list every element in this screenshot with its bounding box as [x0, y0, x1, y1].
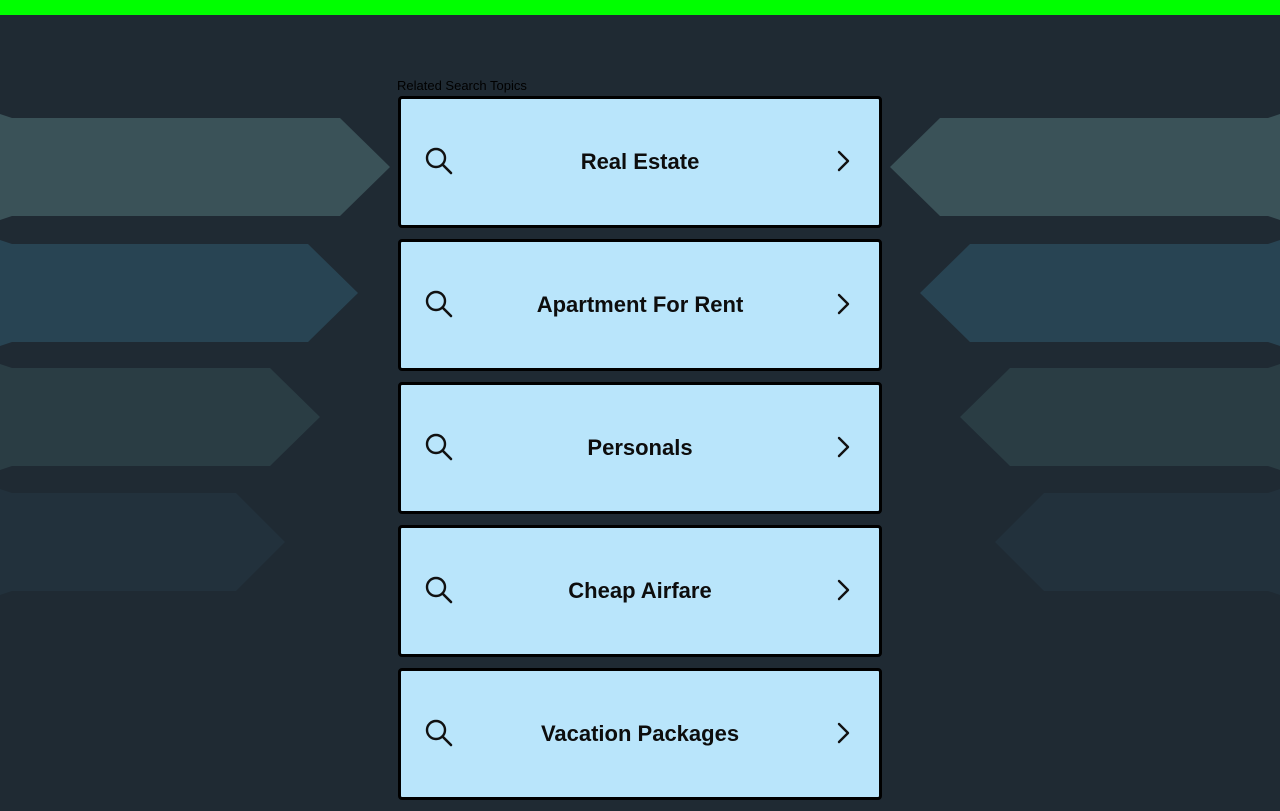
- bg-arrow-right-4: [995, 489, 1280, 595]
- bg-arrow-left-2: [0, 240, 358, 346]
- bg-arrow-left-4: [0, 489, 285, 595]
- topic-label: Apartment For Rent: [536, 292, 744, 317]
- topic-link-vacation-packages[interactable]: Vacation Packages: [398, 668, 882, 800]
- search-icon: [425, 290, 453, 318]
- chevron-right-icon: [837, 579, 850, 601]
- chevron-right-icon: [837, 150, 850, 172]
- search-icon: [425, 576, 453, 604]
- topic-link-personals[interactable]: Personals: [398, 382, 882, 514]
- search-icon: [425, 433, 453, 461]
- related-topics-section: Related Search Topics Real Estate Apartm…: [397, 78, 883, 811]
- topic-link-real-estate[interactable]: Real Estate: [398, 96, 882, 228]
- chevron-right-icon: [837, 722, 850, 744]
- topic-label: Personals: [587, 435, 693, 460]
- section-heading: Related Search Topics: [397, 78, 527, 93]
- bg-arrow-right-3: [960, 364, 1280, 470]
- chevron-right-icon: [837, 436, 850, 458]
- topic-label: Real Estate: [580, 149, 700, 174]
- topic-link-cheap-airfare[interactable]: Cheap Airfare: [398, 525, 882, 657]
- bg-arrow-right-1: [890, 114, 1280, 220]
- search-icon: [425, 719, 453, 747]
- bg-arrow-left-1: [0, 114, 390, 220]
- topic-link-apartment-for-rent[interactable]: Apartment For Rent: [398, 239, 882, 371]
- bg-arrow-right-2: [920, 240, 1280, 346]
- topic-label: Cheap Airfare: [568, 578, 712, 603]
- chevron-right-icon: [837, 293, 850, 315]
- topic-label: Vacation Packages: [540, 721, 740, 746]
- search-icon: [425, 147, 453, 175]
- bg-arrow-left-3: [0, 364, 320, 470]
